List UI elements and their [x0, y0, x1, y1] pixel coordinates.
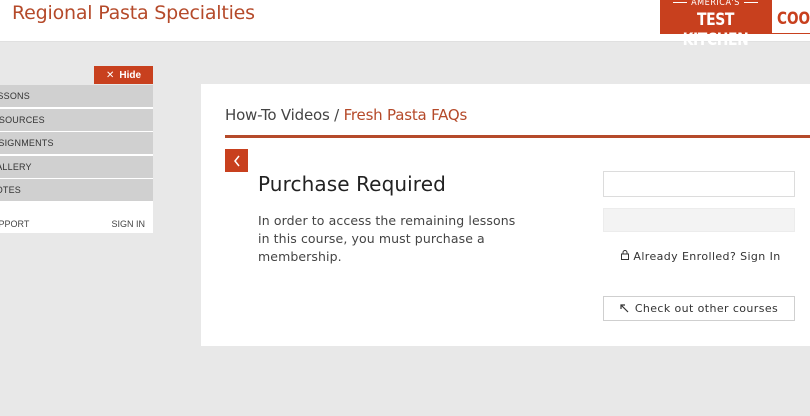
sidebar-footer: SUPPORT SIGN IN: [0, 213, 153, 233]
sidebar-item-label: LESSONS: [0, 91, 30, 101]
hide-label: Hide: [119, 69, 142, 81]
atk-logo-big-text: TEST KITCHEN: [682, 10, 749, 50]
arrow-up-left-icon: [620, 304, 629, 313]
breadcrumb-parent[interactable]: How-To Videos: [225, 106, 330, 124]
chevron-left-icon: [233, 155, 240, 166]
sidebar-item-label: NOTES: [0, 185, 22, 195]
course-title[interactable]: Regional Pasta Specialties: [12, 2, 255, 24]
check-out-courses-label: Check out other courses: [634, 302, 779, 315]
close-icon: ✕: [105, 69, 115, 81]
hide-sidebar-button[interactable]: ✕ Hide: [94, 66, 153, 84]
support-link[interactable]: SUPPORT: [0, 219, 29, 229]
sidebar-item-label: RESOURCES: [0, 115, 45, 125]
atk-logo-small-text: AMERICA'S: [660, 0, 771, 8]
lock-icon: [621, 250, 630, 264]
sidebar-item-label: GALLERY: [0, 162, 32, 172]
top-bar: Regional Pasta Specialties AMERICA'S TES…: [0, 0, 810, 50]
divider: [225, 135, 810, 138]
back-button[interactable]: [225, 149, 248, 172]
atk-logo[interactable]: AMERICA'S TEST KITCHEN: [660, 0, 771, 50]
sidebar-item-resources[interactable]: RESOURCES: [0, 109, 153, 131]
enrolled-label: Already Enrolled? Sign In: [633, 250, 781, 263]
sign-in-link[interactable]: SIGN IN: [111, 219, 145, 229]
breadcrumb-separator: /: [329, 106, 344, 124]
breadcrumb-current: Fresh Pasta FAQs: [343, 106, 468, 124]
sign-in-link-enrolled[interactable]: Already Enrolled? Sign In: [616, 250, 786, 264]
sidebar-item-assignments[interactable]: ASSIGNMENTS: [0, 132, 153, 154]
sidebar-item-lessons[interactable]: LESSONS: [0, 85, 153, 107]
cooks-logo-text: COOK: [777, 9, 810, 29]
email-field[interactable]: [603, 171, 795, 197]
lesson-card: How-To Videos / Fresh Pasta FAQs Purchas…: [201, 84, 810, 346]
sidebar: LESSONS RESOURCES ASSIGNMENTS GALLERY NO…: [0, 85, 153, 233]
sidebar-item-notes[interactable]: NOTES: [0, 179, 153, 201]
sidebar-item-label: ASSIGNMENTS: [0, 138, 54, 148]
purchase-message: In order to access the remaining lessons…: [258, 213, 516, 264]
sidebar-item-gallery[interactable]: GALLERY: [0, 156, 153, 178]
purchase-title: Purchase Required: [258, 172, 446, 196]
breadcrumb: How-To Videos / Fresh Pasta FAQs: [225, 106, 467, 124]
cooks-logo[interactable]: COOK: [771, 0, 810, 34]
check-out-courses-button[interactable]: Check out other courses: [603, 296, 795, 321]
password-field[interactable]: [603, 208, 795, 232]
